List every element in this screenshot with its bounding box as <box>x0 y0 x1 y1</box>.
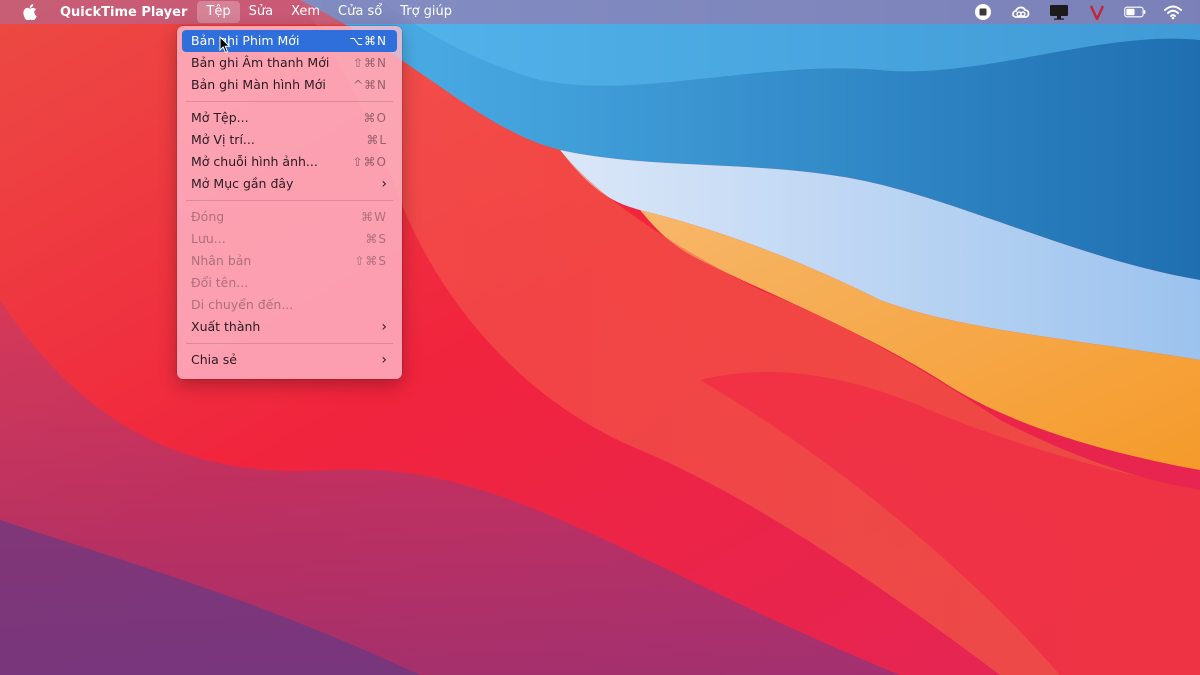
menu-item-open-image-sequence[interactable]: Mở chuỗi hình ảnh... ⇧⌘O <box>182 151 397 173</box>
menu-item-open-recent[interactable]: Mở Mục gần đây › <box>182 173 397 195</box>
apple-logo-icon[interactable] <box>20 3 40 21</box>
display-icon[interactable] <box>1048 3 1070 21</box>
menu-item-shortcut: ⌘L <box>366 133 387 147</box>
menu-item-label: Đổi tên... <box>191 275 249 290</box>
menu-item-label: Mở Mục gần đây <box>191 176 294 191</box>
menu-item-label: Đóng <box>191 209 225 224</box>
v-app-icon[interactable] <box>1086 3 1108 21</box>
wifi-icon[interactable] <box>1162 3 1184 21</box>
menu-window[interactable]: Cửa sổ <box>329 1 391 23</box>
menu-item-shortcut: ⌘S <box>365 232 387 246</box>
menu-item-save: Lưu... ⌘S <box>182 228 397 250</box>
app-name-menu[interactable]: QuickTime Player <box>56 5 191 20</box>
menu-item-shortcut: ⌘W <box>361 210 387 224</box>
menu-item-move-to: Di chuyển đến... <box>182 294 397 316</box>
menu-item-shortcut: ^⌘N <box>352 78 387 92</box>
menu-separator <box>186 200 393 201</box>
menu-item-label: Chia sẻ <box>191 352 237 367</box>
menu-help[interactable]: Trợ giúp <box>391 1 461 23</box>
submenu-chevron-icon: › <box>381 176 387 192</box>
menu-item-new-screen-recording[interactable]: Bản ghi Màn hình Mới ^⌘N <box>182 74 397 96</box>
menu-item-shortcut: ⇧⌘N <box>352 56 387 70</box>
menu-item-new-audio-recording[interactable]: Bản ghi Âm thanh Mới ⇧⌘N <box>182 52 397 74</box>
menu-item-label: Mở chuỗi hình ảnh... <box>191 154 318 169</box>
menu-item-label: Lưu... <box>191 231 226 246</box>
submenu-chevron-icon: › <box>381 319 387 335</box>
menu-item-label: Xuất thành <box>191 319 261 334</box>
menu-item-shortcut: ⌥⌘N <box>349 34 387 48</box>
creative-cloud-icon[interactable] <box>1010 3 1032 21</box>
menu-item-label: Bản ghi Phim Mới <box>191 33 300 48</box>
screen-record-icon[interactable] <box>972 3 994 21</box>
mouse-pointer-icon <box>219 35 231 54</box>
menu-view[interactable]: Xem <box>282 1 329 23</box>
menu-item-shortcut: ⇧⌘S <box>354 254 387 268</box>
menu-item-open-file[interactable]: Mở Tệp... ⌘O <box>182 107 397 129</box>
menu-item-label: Mở Tệp... <box>191 110 249 125</box>
menu-item-shortcut: ⇧⌘O <box>352 155 387 169</box>
menu-item-duplicate: Nhân bản ⇧⌘S <box>182 250 397 272</box>
menu-item-label: Bản ghi Màn hình Mới <box>191 77 326 92</box>
menu-file[interactable]: Tệp <box>197 1 240 23</box>
menu-item-close: Đóng ⌘W <box>182 206 397 228</box>
menu-item-label: Nhân bản <box>191 253 252 268</box>
menu-item-share[interactable]: Chia sẻ › <box>182 349 397 371</box>
battery-icon[interactable] <box>1124 3 1146 21</box>
menu-separator <box>186 101 393 102</box>
menu-item-rename: Đổi tên... <box>182 272 397 294</box>
menu-item-label: Bản ghi Âm thanh Mới <box>191 55 330 70</box>
submenu-chevron-icon: › <box>381 352 387 368</box>
menu-item-open-location[interactable]: Mở Vị trí... ⌘L <box>182 129 397 151</box>
menu-item-label: Di chuyển đến... <box>191 297 294 312</box>
file-dropdown-menu: Bản ghi Phim Mới ⌥⌘N Bản ghi Âm thanh Mớ… <box>177 26 402 379</box>
menu-item-shortcut: ⌘O <box>363 111 387 125</box>
menu-edit[interactable]: Sửa <box>240 1 282 23</box>
menu-bar: QuickTime Player Tệp Sửa Xem Cửa sổ Trợ … <box>0 0 1200 24</box>
menu-item-new-movie-recording[interactable]: Bản ghi Phim Mới ⌥⌘N <box>182 30 397 52</box>
menu-separator <box>186 343 393 344</box>
menu-item-label: Mở Vị trí... <box>191 132 255 147</box>
menu-item-export-as[interactable]: Xuất thành › <box>182 316 397 338</box>
